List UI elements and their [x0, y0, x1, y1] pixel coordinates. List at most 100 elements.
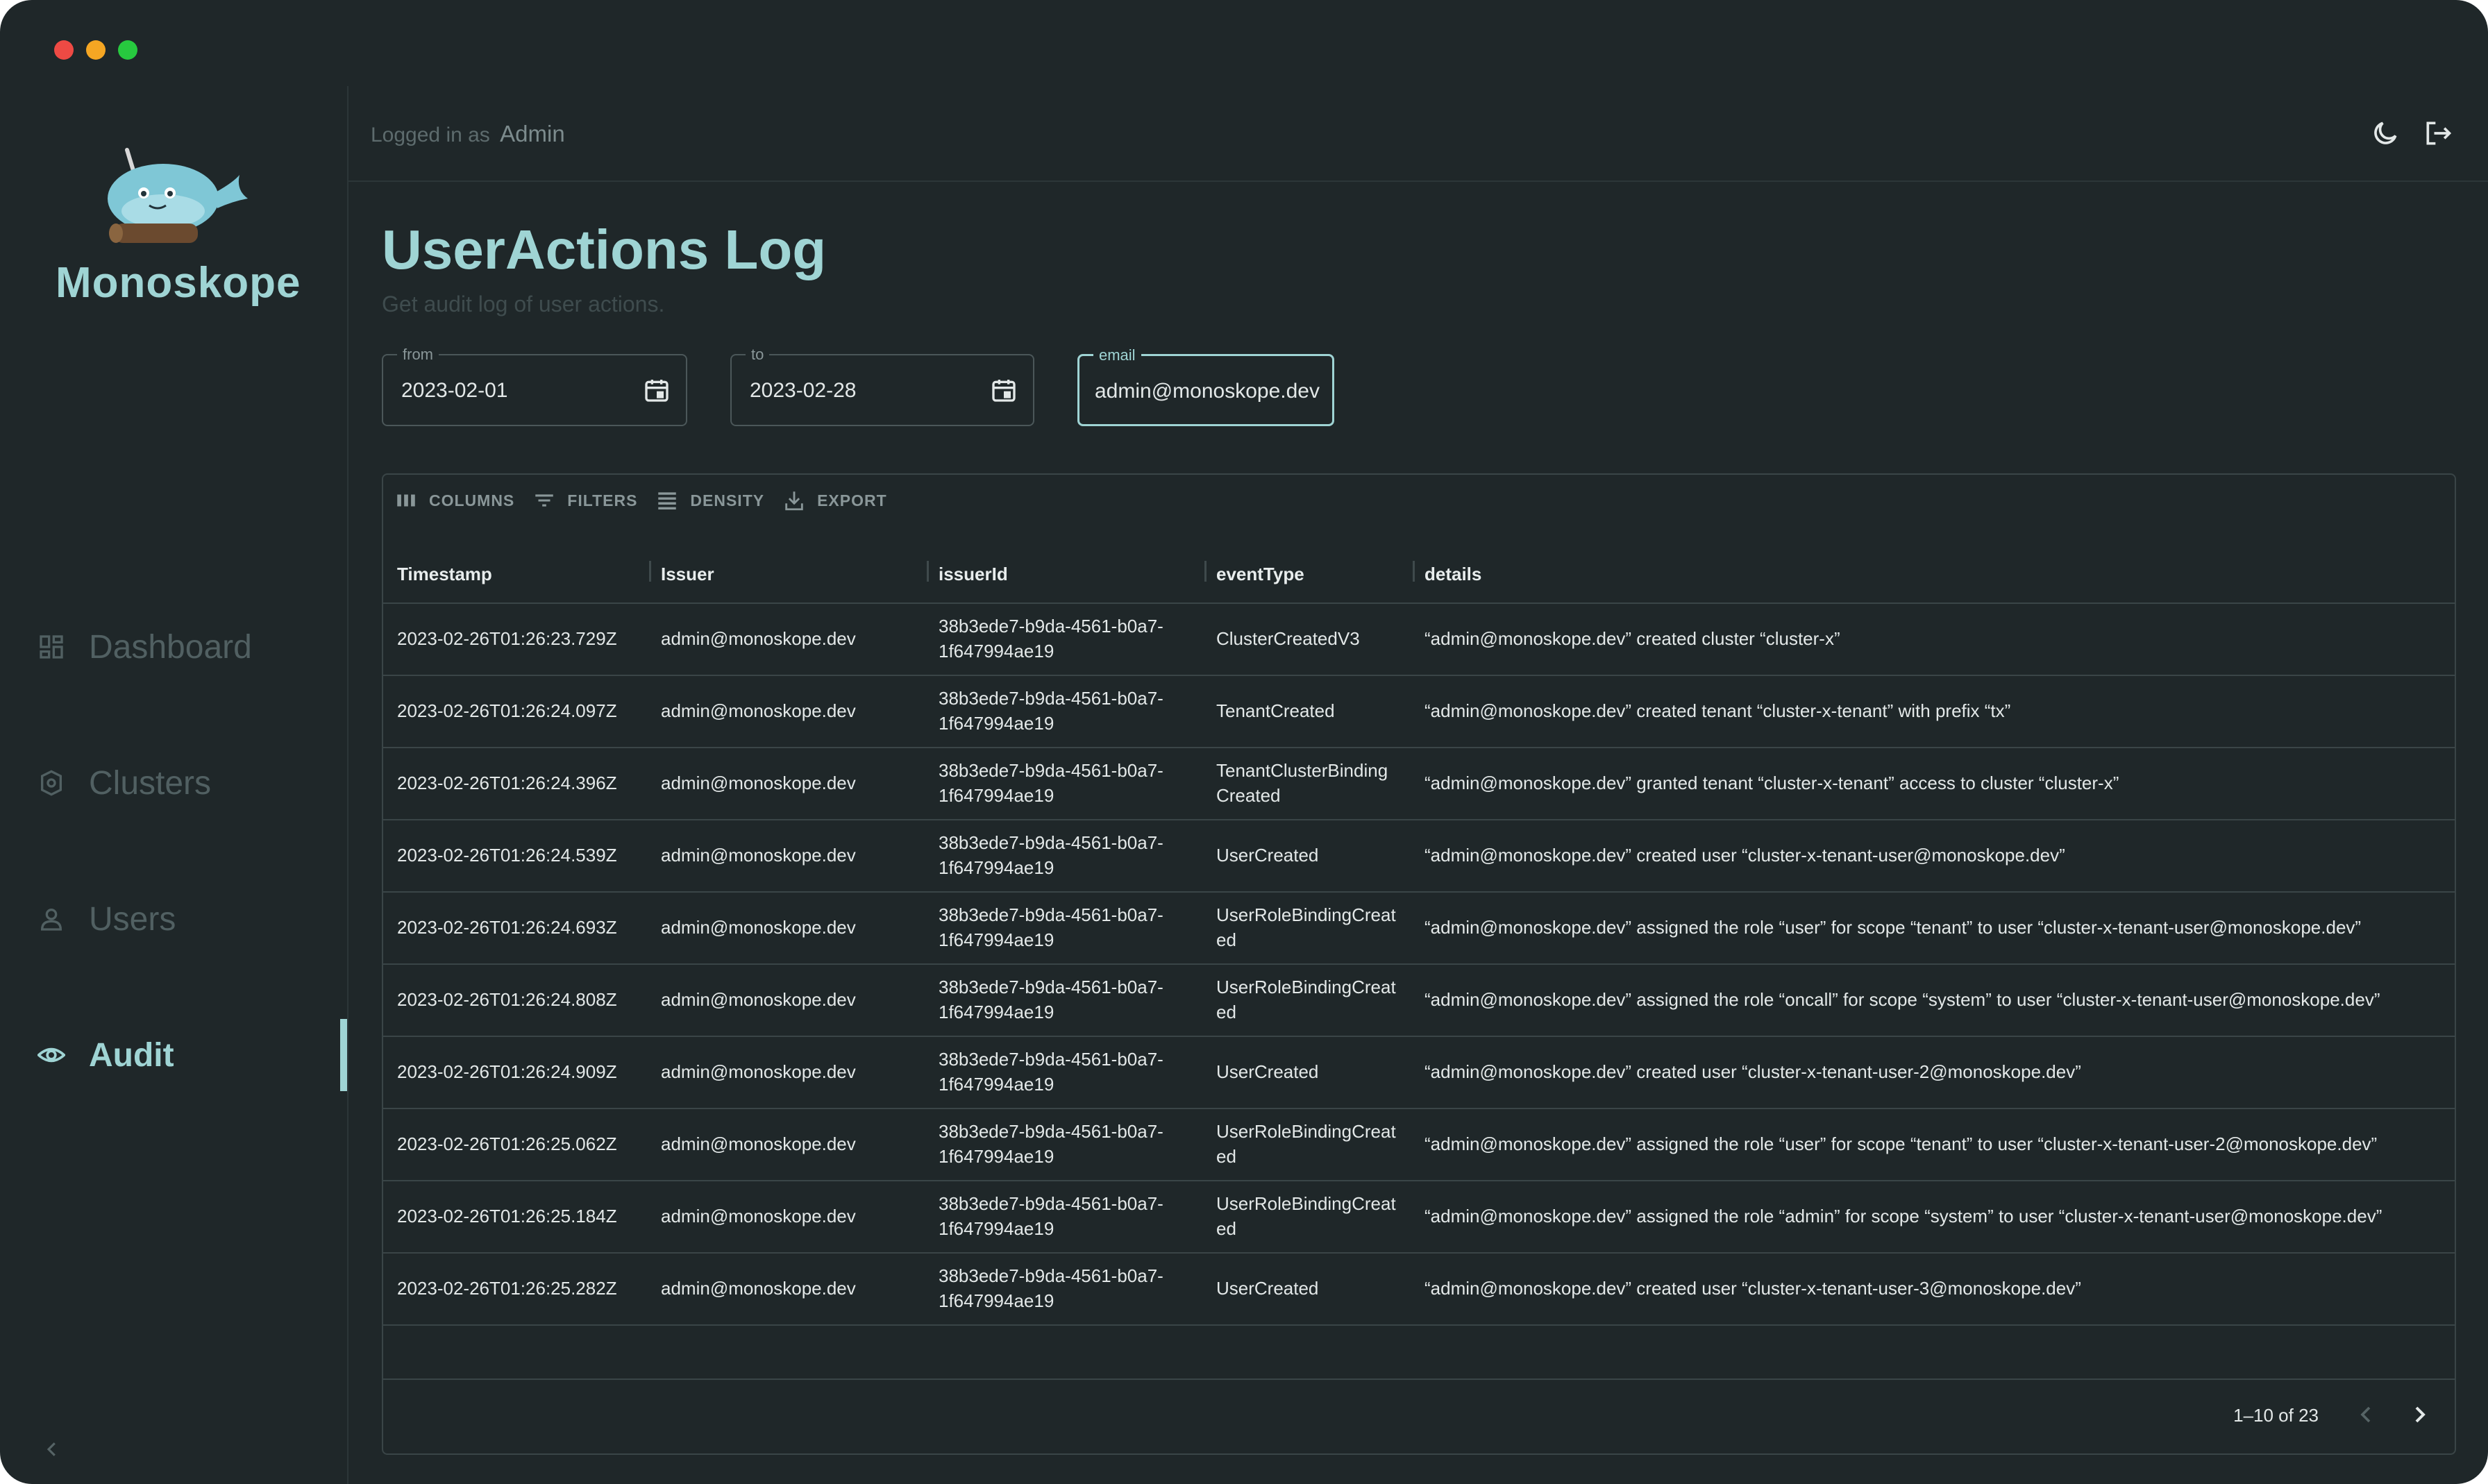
column-separator[interactable]	[927, 561, 929, 582]
table-row[interactable]: 2023-02-26T01:26:25.184Z admin@monoskope.…	[383, 1180, 2455, 1254]
logout-button[interactable]	[2423, 118, 2453, 149]
maximize-window-button[interactable]	[118, 40, 137, 60]
cell-issuer: admin@monoskope.dev	[661, 773, 856, 793]
column-header-event-type[interactable]: eventType	[1216, 564, 1304, 585]
issuer-id-line-2: 1f647994ae19	[939, 929, 1054, 950]
calendar-icon[interactable]	[643, 376, 671, 404]
to-date-field[interactable]: to 2023-02-28	[730, 346, 1034, 426]
from-label: from	[397, 346, 439, 364]
cell-timestamp: 2023-02-26T01:26:23.729Z	[397, 628, 617, 649]
email-field[interactable]: email admin@monoskope.dev	[1077, 346, 1334, 426]
logo[interactable]: Monoskope	[56, 142, 301, 307]
issuer-id-line-2: 1f647994ae19	[939, 713, 1054, 734]
minimize-window-button[interactable]	[86, 40, 106, 60]
issuer-id-line-2: 1f647994ae19	[939, 1002, 1054, 1022]
table-row[interactable]: 2023-02-26T01:26:25.282Z admin@monoskope.…	[383, 1252, 2455, 1326]
column-header-details[interactable]: details	[1424, 564, 1481, 585]
issuer-id-line-2: 1f647994ae19	[939, 1146, 1054, 1167]
to-value: 2023-02-28	[750, 379, 857, 402]
issuer-id-line-1: 38b3ede7-b9da-4561-b0a7-	[939, 1121, 1163, 1142]
page-subtitle: Get audit log of user actions.	[382, 292, 665, 317]
users-icon	[37, 905, 65, 933]
table-row[interactable]: 2023-02-26T01:26:24.909Z admin@monoskope.…	[383, 1036, 2455, 1109]
cell-details: “admin@monoskope.dev” created user “clus…	[1424, 1278, 2081, 1299]
issuer-id-line-2: 1f647994ae19	[939, 1074, 1054, 1095]
pagination-info: 1–10 of 23	[2233, 1405, 2319, 1426]
table-row[interactable]: 2023-02-26T01:26:24.539Z admin@monoskope.…	[383, 819, 2455, 893]
cell-issuer-id: 38b3ede7-b9da-4561-b0a7- 1f647994ae19	[939, 975, 1163, 1025]
sidebar-item-clusters[interactable]: Clusters	[0, 747, 347, 819]
sidebar-item-label: Audit	[89, 1036, 174, 1074]
columns-button[interactable]: COLUMNS	[394, 489, 514, 512]
narwhal-logo-icon	[108, 148, 248, 243]
issuer-id-line-2: 1f647994ae19	[939, 641, 1054, 661]
issuer-id-line-1: 38b3ede7-b9da-4561-b0a7-	[939, 1193, 1163, 1214]
email-value: admin@monoskope.dev	[1095, 380, 1320, 403]
columns-icon	[397, 494, 415, 507]
issuer-id-line-1: 38b3ede7-b9da-4561-b0a7-	[939, 760, 1163, 781]
event-type-line-2: ed	[1216, 1002, 1236, 1022]
table-row[interactable]: 2023-02-26T01:26:23.729Z admin@monoskope.…	[383, 602, 2455, 676]
cell-issuer-id: 38b3ede7-b9da-4561-b0a7- 1f647994ae19	[939, 686, 1163, 736]
event-type-line-2: Created	[1216, 785, 1281, 806]
close-window-button[interactable]	[54, 40, 74, 60]
cell-event-type: ClusterCreatedV3	[1216, 626, 1360, 651]
column-header-issuer[interactable]: Issuer	[661, 564, 714, 585]
column-header-issuer-id[interactable]: issuerId	[939, 564, 1008, 585]
sidebar-nav: Dashboard Clusters Users Audit	[0, 611, 347, 1155]
table-row[interactable]: 2023-02-26T01:26:24.097Z admin@monoskope.…	[383, 675, 2455, 748]
table-row[interactable]: 2023-02-26T01:26:24.396Z admin@monoskope.…	[383, 747, 2455, 820]
column-separator[interactable]	[1204, 561, 1207, 582]
issuer-id-line-2: 1f647994ae19	[939, 1218, 1054, 1239]
dark-mode-toggle[interactable]	[2370, 118, 2401, 149]
collapse-sidebar-button[interactable]	[42, 1435, 62, 1467]
email-label: email	[1093, 346, 1141, 364]
cell-issuer-id: 38b3ede7-b9da-4561-b0a7- 1f647994ae19	[939, 902, 1163, 952]
cell-issuer: admin@monoskope.dev	[661, 1061, 856, 1082]
table-row[interactable]: 2023-02-26T01:26:24.693Z admin@monoskope.…	[383, 891, 2455, 965]
density-button[interactable]: DENSITY	[655, 489, 764, 512]
cell-issuer: admin@monoskope.dev	[661, 1206, 856, 1226]
sidebar-item-audit[interactable]: Audit	[0, 1019, 347, 1091]
brand-name: Monoskope	[56, 259, 301, 307]
from-value: 2023-02-01	[401, 379, 508, 402]
event-type-line-1: UserRoleBindingCreat	[1216, 977, 1396, 997]
density-label: DENSITY	[690, 491, 765, 509]
cell-timestamp: 2023-02-26T01:26:24.693Z	[397, 917, 617, 938]
calendar-icon[interactable]	[990, 376, 1018, 404]
sidebar: Monoskope Dashboard Clusters Users Audit	[0, 86, 348, 1484]
table-row[interactable]: 2023-02-26T01:26:24.808Z admin@monoskope.…	[383, 963, 2455, 1037]
chevron-right-icon	[2415, 1406, 2426, 1423]
cell-issuer: admin@monoskope.dev	[661, 917, 856, 938]
cell-timestamp: 2023-02-26T01:26:24.396Z	[397, 773, 617, 793]
cell-event-type: TenantClusterBinding Created	[1216, 758, 1388, 808]
sidebar-item-dashboard[interactable]: Dashboard	[0, 611, 347, 683]
cell-details: “admin@monoskope.dev” assigned the role …	[1424, 1206, 2382, 1226]
page-title: UserActions Log	[382, 219, 827, 280]
eye-icon	[37, 1041, 65, 1069]
table-row[interactable]: 2023-02-26T01:26:25.062Z admin@monoskope.…	[383, 1108, 2455, 1181]
cell-issuer-id: 38b3ede7-b9da-4561-b0a7- 1f647994ae19	[939, 1263, 1163, 1313]
cell-event-type: UserRoleBindingCreat ed	[1216, 902, 1396, 952]
sidebar-item-users[interactable]: Users	[0, 883, 347, 955]
cell-details: “admin@monoskope.dev” assigned the role …	[1424, 989, 2380, 1010]
filters-button[interactable]: FILTERS	[532, 489, 637, 512]
cell-timestamp: 2023-02-26T01:26:25.282Z	[397, 1278, 617, 1299]
from-date-field[interactable]: from 2023-02-01	[382, 346, 687, 426]
audit-table: COLUMNS FILTERS DENSITY EXPORT Timestamp	[382, 473, 2456, 1455]
table-toolbar: COLUMNS FILTERS DENSITY EXPORT	[394, 489, 887, 512]
cell-issuer-id: 38b3ede7-b9da-4561-b0a7- 1f647994ae19	[939, 830, 1163, 880]
cell-timestamp: 2023-02-26T01:26:24.808Z	[397, 989, 617, 1010]
event-type-line-1: ClusterCreatedV3	[1216, 628, 1360, 649]
window-controls	[54, 40, 137, 60]
next-page-button[interactable]	[2406, 1401, 2434, 1428]
cell-timestamp: 2023-02-26T01:26:24.909Z	[397, 1061, 617, 1082]
previous-page-button[interactable]	[2352, 1401, 2380, 1428]
export-button[interactable]: EXPORT	[782, 489, 887, 512]
column-separator[interactable]	[649, 561, 651, 582]
column-header-timestamp[interactable]: Timestamp	[397, 564, 492, 585]
cell-issuer: admin@monoskope.dev	[661, 989, 856, 1010]
column-separator[interactable]	[1413, 561, 1415, 582]
top-bar: Logged in as Admin	[348, 86, 2488, 182]
cell-issuer-id: 38b3ede7-b9da-4561-b0a7- 1f647994ae19	[939, 614, 1163, 664]
